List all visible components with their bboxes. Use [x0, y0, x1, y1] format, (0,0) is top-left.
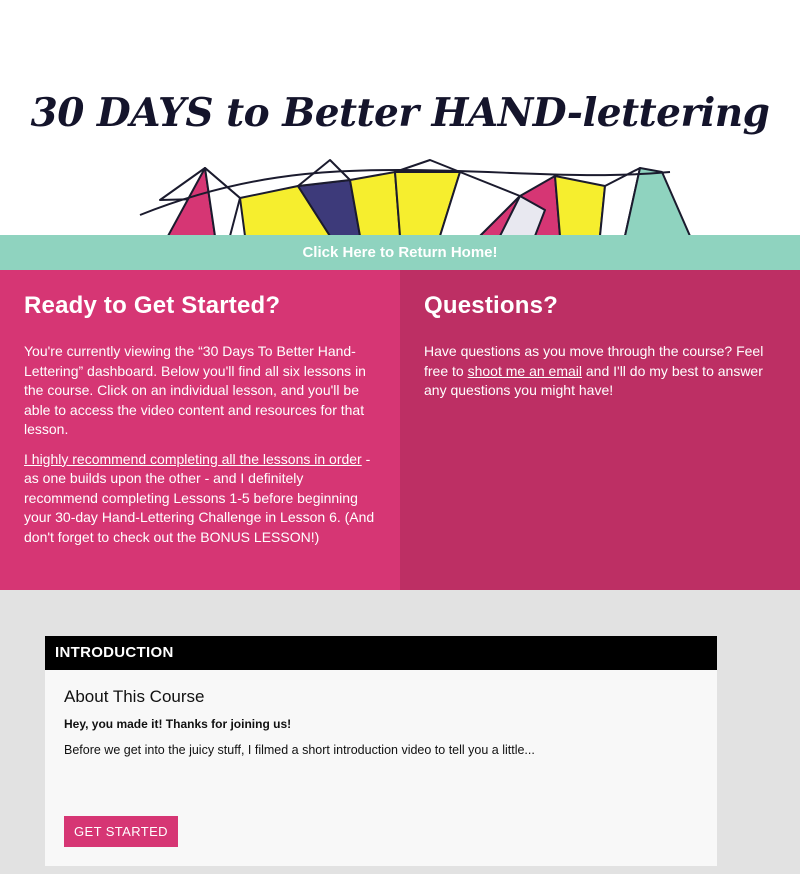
getting-started-heading: Ready to Get Started? [24, 292, 281, 319]
hero-title: 30 DAYS to Better HAND-lettering [30, 90, 770, 136]
lesson-card: INTRODUCTION About This Course Hey, you … [45, 636, 717, 866]
getting-started-panel: Ready to Get Started? You're currently v… [0, 270, 400, 590]
questions-heading: Questions? [424, 292, 559, 319]
lesson-title: About This Course [64, 687, 205, 706]
lesson-card-header: INTRODUCTION [45, 636, 717, 670]
lesson-subtitle: Hey, you made it! Thanks for joining us! [64, 717, 292, 731]
return-home-link[interactable]: Click Here to Return Home! [0, 235, 800, 270]
lesson-description: Before we get into the juicy stuff, I fi… [64, 743, 535, 757]
questions-panel: Questions? Have questions as you move th… [400, 270, 800, 590]
email-link[interactable]: shoot me an email [468, 363, 582, 379]
dashboard-intro-text: You're currently viewing the “30 Days To… [24, 343, 366, 437]
questions-text: Have questions as you move through the c… [424, 342, 776, 401]
hero-banner: 30 DAYS to Better HAND-lettering [0, 0, 800, 236]
get-started-button[interactable]: GET STARTED [64, 816, 178, 847]
recommend-order-link[interactable]: I highly recommend completing all the le… [24, 451, 362, 467]
recommendation-text: I highly recommend completing all the le… [24, 450, 376, 548]
